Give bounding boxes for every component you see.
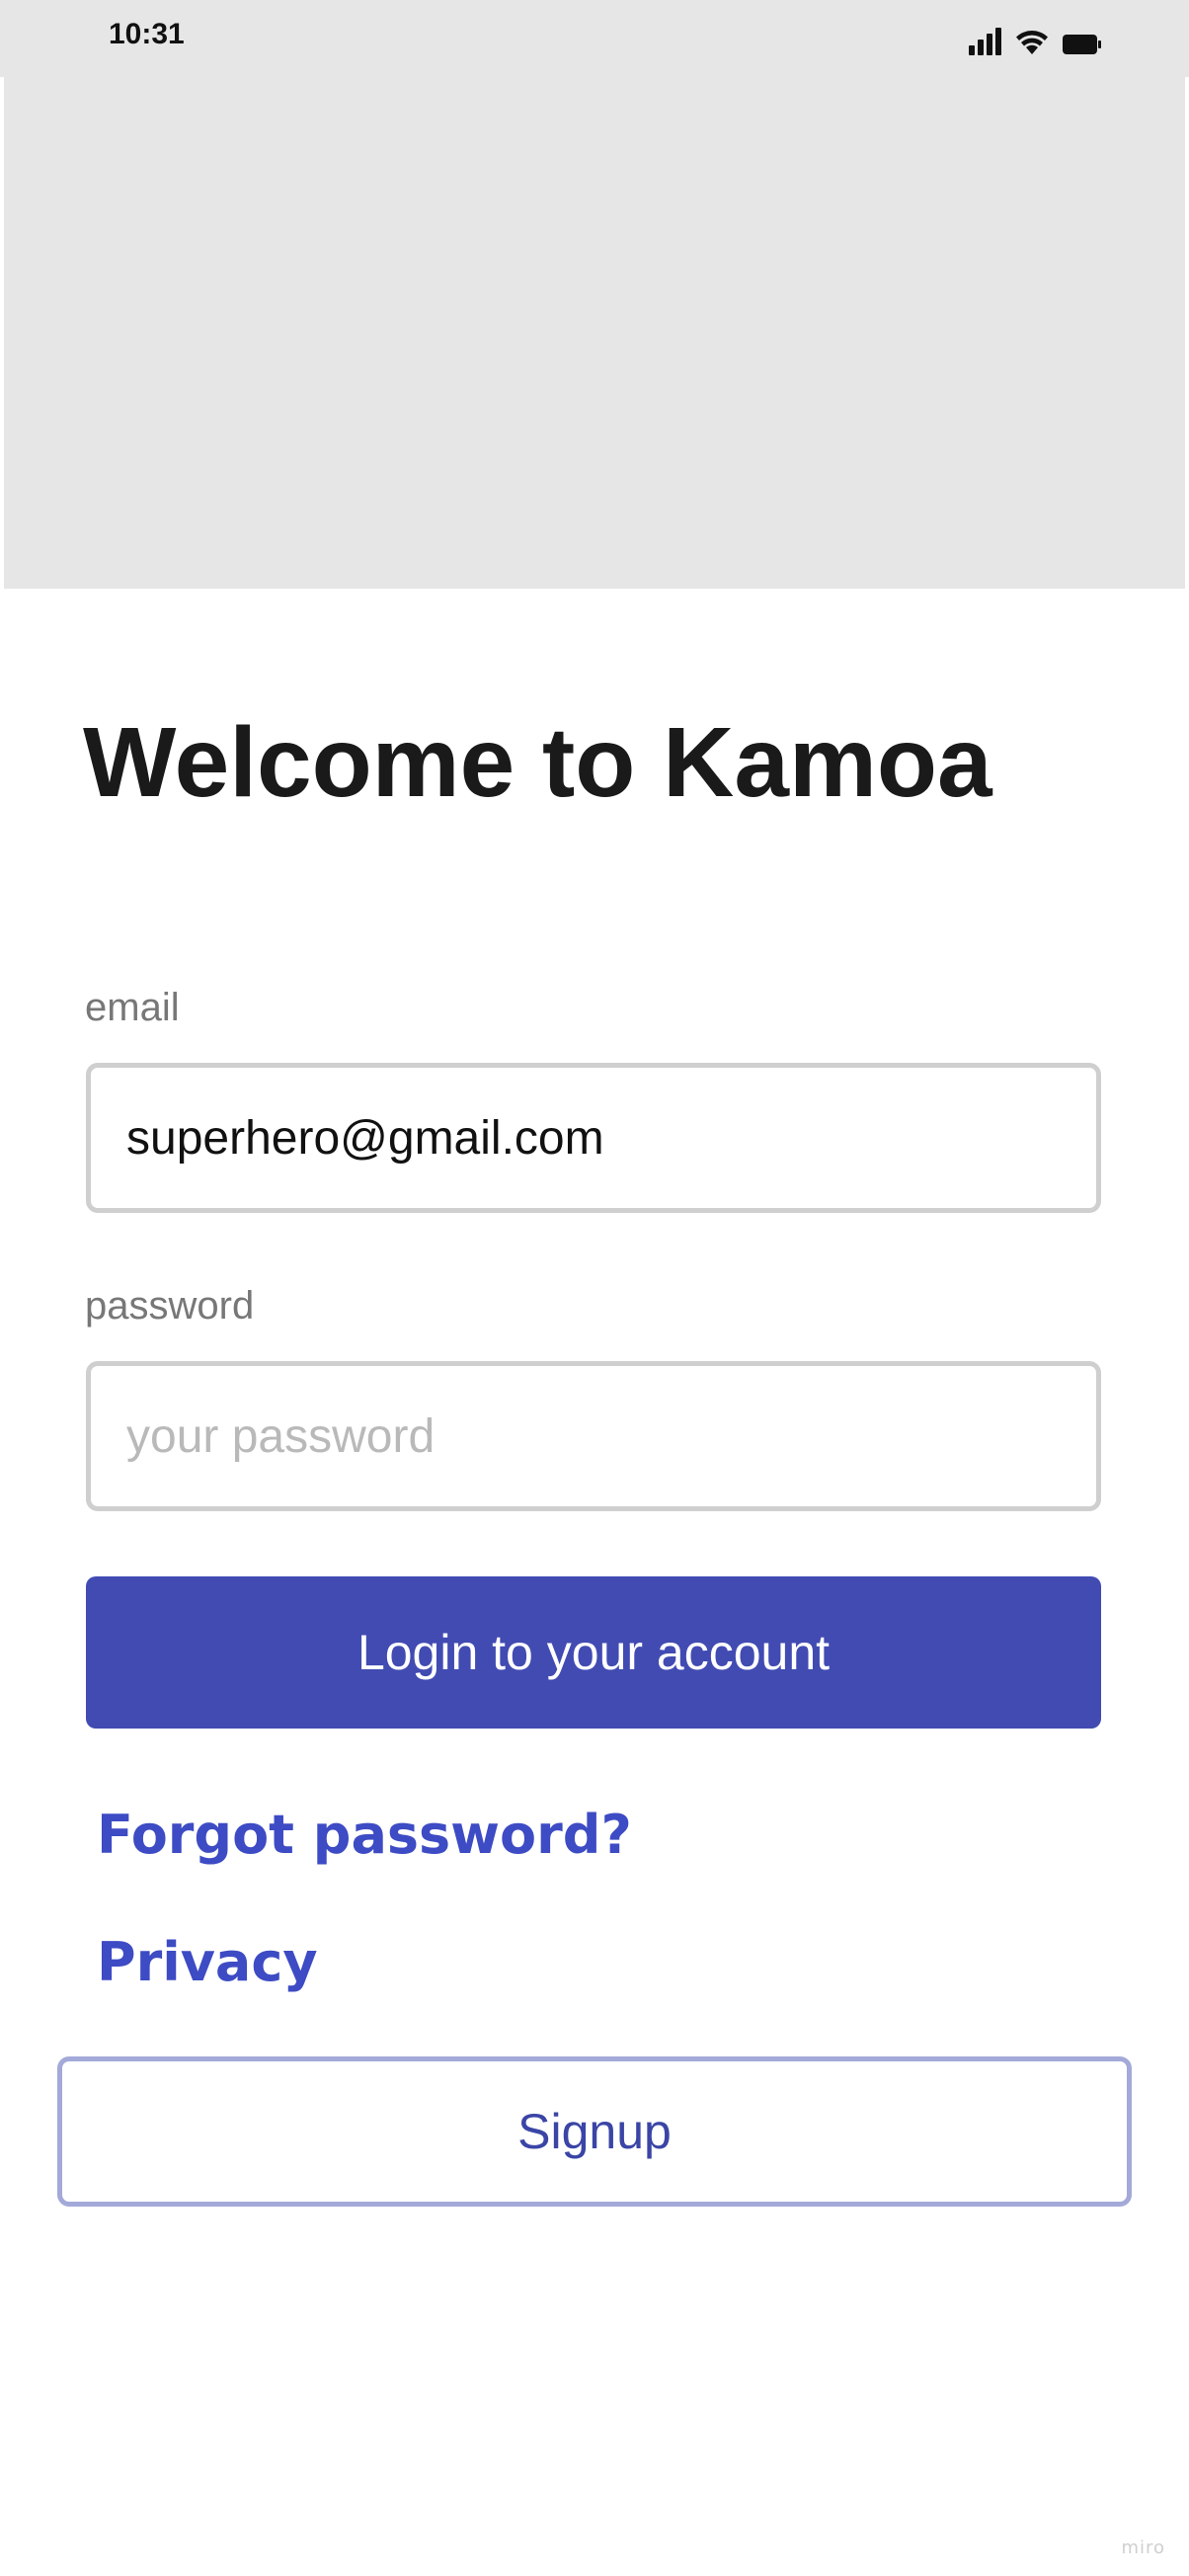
miro-watermark: miro: [1121, 2537, 1165, 2558]
wifi-icon: [1015, 28, 1049, 55]
forgot-password-link[interactable]: Forgot password?: [97, 1804, 632, 1866]
signup-button[interactable]: Signup: [57, 2056, 1132, 2207]
privacy-link[interactable]: Privacy: [97, 1931, 318, 1993]
status-time: 10:31: [109, 18, 185, 50]
password-field[interactable]: [86, 1361, 1101, 1511]
cellular-signal-icon: [969, 26, 1001, 55]
page-title: Welcome to Kamoa: [83, 707, 992, 818]
hero-image-placeholder: [4, 77, 1185, 589]
login-screen: 10:31 Welcome to Kamoa email superhero@g…: [0, 0, 1189, 2576]
battery-icon: [1063, 34, 1102, 55]
status-icons: [969, 22, 1102, 55]
status-bar: 10:31: [0, 0, 1189, 77]
email-field[interactable]: [86, 1063, 1101, 1213]
email-label: email: [85, 986, 180, 1029]
login-button[interactable]: Login to your account: [86, 1576, 1101, 1729]
password-label: password: [85, 1284, 255, 1328]
